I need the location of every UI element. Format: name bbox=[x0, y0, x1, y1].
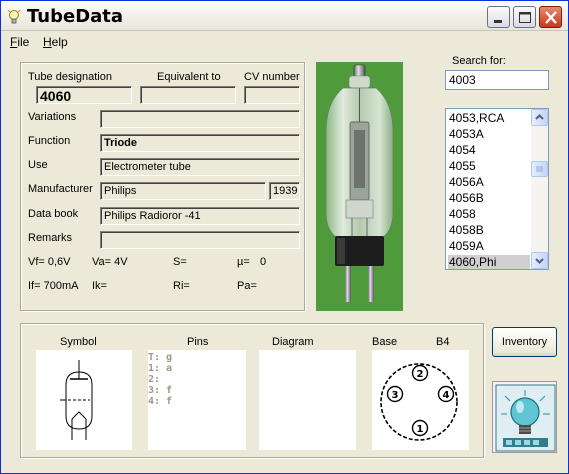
list-item[interactable]: 4058 bbox=[448, 207, 530, 223]
list-scrollbar[interactable] bbox=[531, 109, 548, 269]
scroll-up-button[interactable] bbox=[531, 109, 548, 126]
list-item[interactable]: 4060,Phi bbox=[448, 255, 530, 269]
param-ik: Ik= bbox=[92, 280, 107, 292]
close-button[interactable] bbox=[539, 6, 562, 28]
param-vf: Vf= 0,6V bbox=[28, 256, 71, 268]
pin-line: 3: f bbox=[148, 385, 173, 396]
variations-field bbox=[100, 110, 300, 128]
label-function: Function bbox=[28, 135, 71, 147]
scroll-down-button[interactable] bbox=[531, 252, 548, 269]
symbol-panel bbox=[36, 350, 132, 450]
base-diagram-icon: 2 3 4 1 bbox=[380, 363, 458, 441]
minimize-button[interactable] bbox=[487, 6, 510, 28]
pin-line: 1: a bbox=[148, 363, 173, 374]
label-manufacturer: Manufacturer bbox=[28, 183, 93, 195]
title-bar[interactable]: TubeData bbox=[1, 1, 568, 31]
param-va: Va= 4V bbox=[92, 256, 128, 268]
function-field: Triode bbox=[100, 134, 300, 152]
param-mu: µ= bbox=[237, 256, 250, 268]
label-diagram: Diagram bbox=[272, 336, 314, 348]
year-field: 1939 bbox=[269, 182, 300, 200]
use-field: Electrometer tube bbox=[100, 158, 300, 176]
equivalent-to-field bbox=[140, 86, 236, 104]
list-item[interactable]: 4058B bbox=[448, 223, 530, 239]
inventory-button[interactable]: Inventory bbox=[492, 327, 557, 357]
list-item[interactable]: 4056A bbox=[448, 175, 530, 191]
param-if: If= 700mA bbox=[28, 280, 79, 292]
menu-help[interactable]: Help bbox=[43, 35, 68, 49]
label-symbol: Symbol bbox=[60, 336, 97, 348]
tube-photo bbox=[316, 62, 403, 311]
cv-number-field bbox=[244, 86, 300, 104]
minimize-icon bbox=[494, 20, 502, 23]
manufacturer-field: Philips bbox=[100, 182, 266, 200]
diagram-panel bbox=[259, 350, 356, 450]
param-s: S= bbox=[173, 256, 187, 268]
label-use: Use bbox=[28, 159, 48, 171]
data-book-field: Philips Radioror -41 bbox=[100, 207, 300, 225]
base-pin-label: 1 bbox=[417, 424, 424, 435]
remarks-field bbox=[100, 231, 300, 249]
label-base-type: B4 bbox=[436, 336, 450, 348]
list-item[interactable]: 4059A bbox=[448, 239, 530, 255]
search-label: Search for: bbox=[452, 55, 506, 67]
param-mu-value: 0 bbox=[260, 256, 267, 268]
label-cv-number: CV number bbox=[244, 71, 300, 83]
list-item[interactable]: 4055 bbox=[448, 159, 530, 175]
pin-line: 4: f bbox=[148, 396, 173, 407]
list-item[interactable]: 4053,RCA bbox=[448, 111, 530, 127]
label-pins: Pins bbox=[187, 336, 209, 348]
window-title: TubeData bbox=[27, 6, 124, 27]
label-data-book: Data book bbox=[28, 208, 79, 220]
pin-line: T: g bbox=[148, 352, 173, 363]
label-tube-designation: Tube designation bbox=[28, 71, 112, 83]
base-pin-label: 4 bbox=[443, 390, 450, 401]
tube-designation-field: 4060 bbox=[36, 86, 132, 104]
pins-panel: T: g 1: a 2: 3: f 4: f bbox=[148, 350, 246, 450]
chevron-up-icon bbox=[535, 114, 544, 120]
close-icon bbox=[545, 11, 557, 24]
list-item[interactable]: 4053A bbox=[448, 127, 530, 143]
maximize-button[interactable] bbox=[513, 6, 536, 28]
tubedata-logo bbox=[492, 381, 557, 453]
search-input[interactable]: 4003 bbox=[445, 70, 549, 90]
chevron-down-icon bbox=[535, 258, 544, 264]
lightbulb-icon bbox=[7, 9, 21, 24]
label-base: Base bbox=[372, 336, 398, 348]
menu-bar: File Help bbox=[1, 32, 568, 52]
triode-symbol-icon bbox=[60, 360, 93, 440]
menu-file[interactable]: File bbox=[10, 35, 29, 49]
base-panel: 2 3 4 1 bbox=[372, 350, 469, 450]
lightbulb-logo-icon bbox=[495, 384, 556, 452]
tube-listbox[interactable]: 4053,RCA 4053A 4054 4055 4056A 4056B 4058 4058B… bbox=[445, 108, 549, 270]
pin-line: 2: bbox=[148, 374, 161, 385]
label-variations: Variations bbox=[28, 111, 77, 123]
param-ri: Ri= bbox=[173, 280, 190, 292]
base-pin-label: 2 bbox=[417, 369, 424, 380]
app-window: TubeData File Help Tube designation Equi… bbox=[0, 0, 569, 474]
label-remarks: Remarks bbox=[28, 232, 73, 244]
list-item[interactable]: 4056B bbox=[448, 191, 530, 207]
base-pin-label: 3 bbox=[392, 390, 399, 401]
list-item[interactable]: 4054 bbox=[448, 143, 530, 159]
label-equivalent-to: Equivalent to bbox=[157, 71, 221, 83]
scroll-thumb[interactable] bbox=[531, 161, 548, 177]
param-pa: Pa= bbox=[237, 280, 257, 292]
